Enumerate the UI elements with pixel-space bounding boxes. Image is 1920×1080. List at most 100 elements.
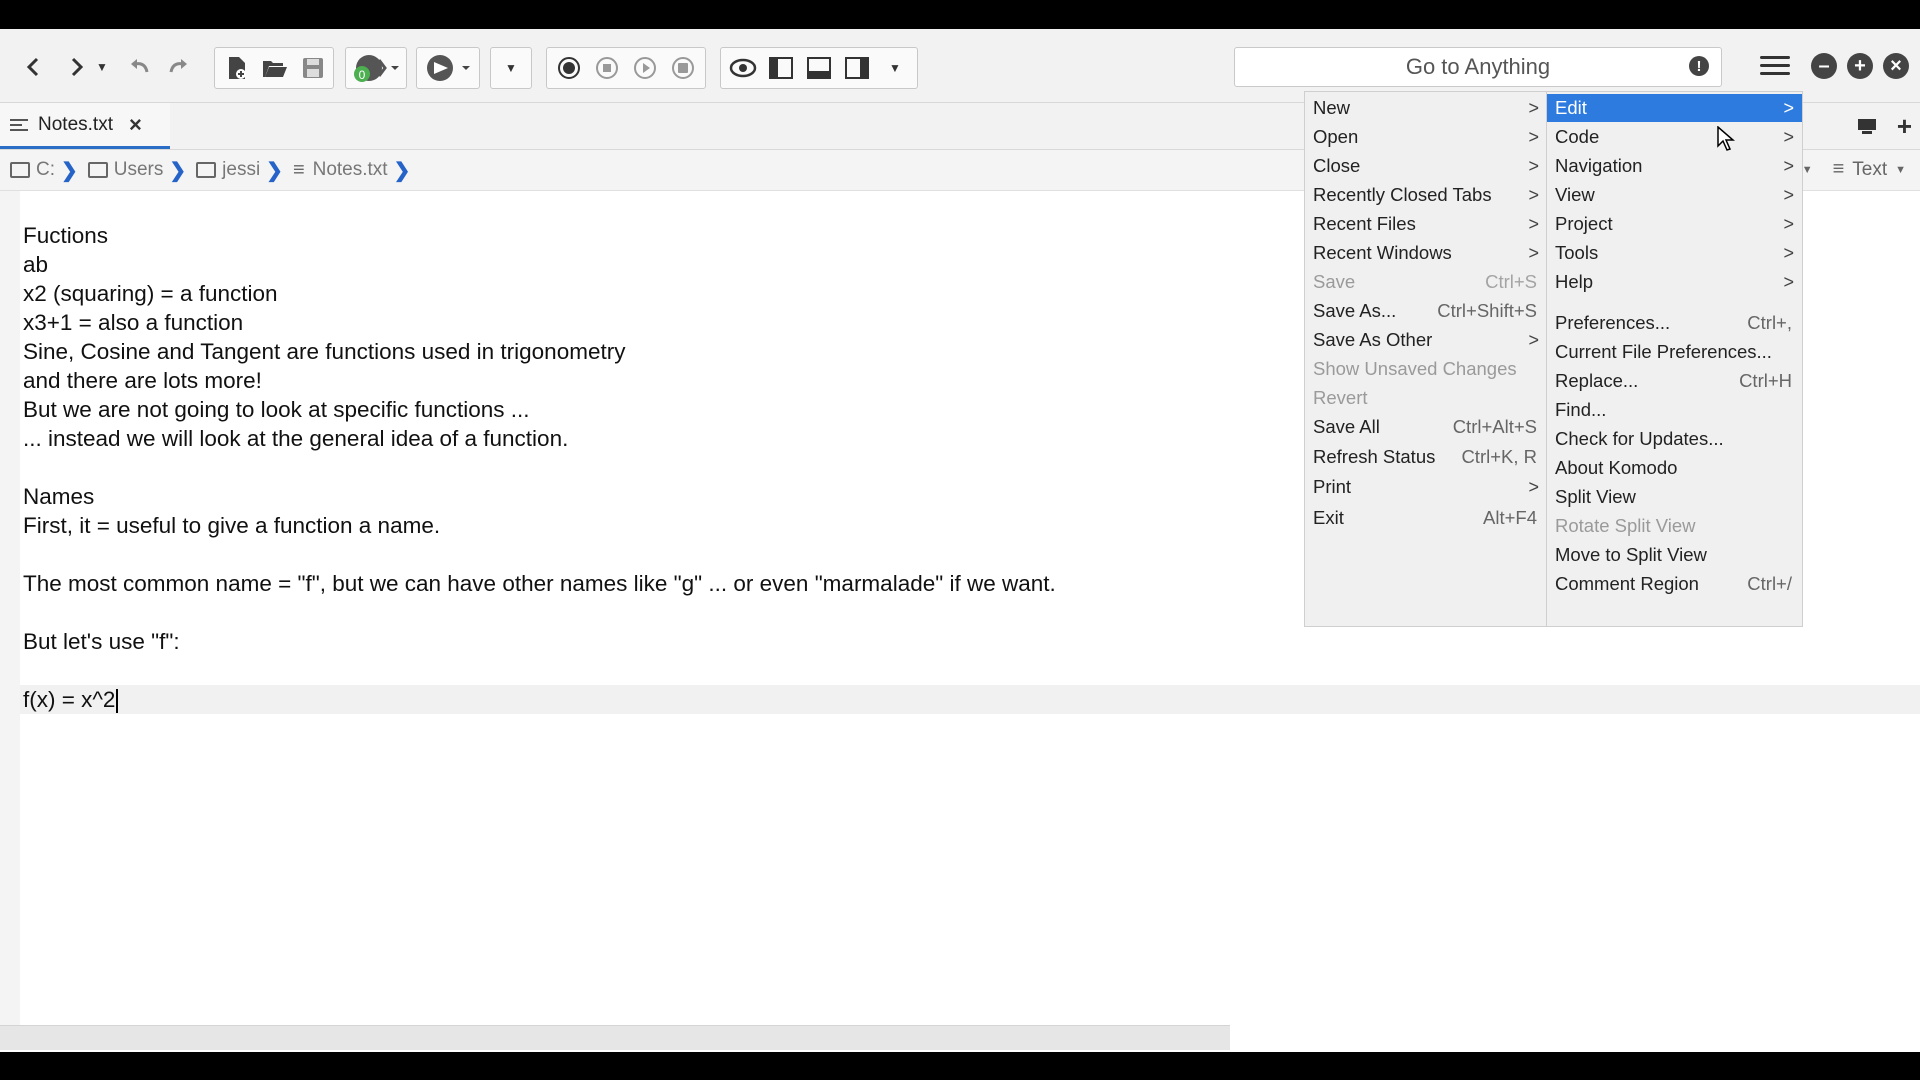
- breadcrumb-item[interactable]: Users ❯: [87, 158, 187, 183]
- main-menu: Edit > Code > Navigation > View > Project > T…: [1546, 91, 1803, 627]
- breadcrumb-label: C:: [36, 159, 55, 180]
- menu-item-save-all[interactable]: Save All Ctrl+Alt+S: [1305, 413, 1547, 441]
- menu-item-current-file-preferences[interactable]: Current File Preferences...: [1547, 338, 1802, 366]
- chevron-right-icon: >: [1783, 127, 1794, 147]
- dropdown-button[interactable]: ▼: [490, 47, 532, 89]
- layout-dropdown-icon[interactable]: ▼: [877, 48, 913, 88]
- browser-preview-button[interactable]: [416, 47, 480, 89]
- tab-notes[interactable]: Notes.txt ×: [0, 103, 170, 149]
- editor-gutter: [0, 191, 20, 1041]
- menu-item-exit[interactable]: Exit Alt+F4: [1305, 504, 1547, 532]
- chevron-right-icon: >: [1528, 214, 1539, 234]
- menu-item-save-as[interactable]: Save As... Ctrl+Shift+S: [1305, 297, 1547, 325]
- menu-item-comment-region[interactable]: Comment Region Ctrl+/: [1547, 570, 1802, 598]
- chevron-right-icon: >: [1528, 98, 1539, 118]
- chevron-right-icon: ❯: [169, 159, 187, 182]
- menu-item-rotate-split-view[interactable]: Rotate Split View: [1547, 512, 1802, 540]
- horizontal-scrollbar[interactable]: [0, 1025, 1230, 1050]
- save-macro-icon[interactable]: [665, 48, 701, 88]
- tab-list-icon[interactable]: [1856, 117, 1878, 140]
- chevron-right-icon: >: [1783, 98, 1794, 118]
- focus-mode-icon[interactable]: [725, 48, 761, 88]
- menu-item-about-komodo[interactable]: About Komodo: [1547, 454, 1802, 482]
- menu-item-new[interactable]: New >: [1305, 94, 1547, 122]
- undo-icon[interactable]: [122, 47, 158, 87]
- forward-icon[interactable]: [56, 47, 96, 87]
- save-icon[interactable]: [295, 48, 331, 88]
- menu-item-open[interactable]: Open >: [1305, 123, 1547, 151]
- breadcrumb-item[interactable]: C: ❯: [10, 158, 78, 183]
- breadcrumb-label: Notes.txt: [312, 159, 388, 180]
- menu-item-help[interactable]: Help >: [1547, 268, 1802, 296]
- chevron-down-icon: ▼: [1895, 163, 1906, 176]
- menu-item-show-unsaved-changes[interactable]: Show Unsaved Changes: [1305, 355, 1547, 383]
- play-macro-icon[interactable]: [627, 48, 663, 88]
- menu-item-view[interactable]: View >: [1547, 181, 1802, 209]
- editor-line: x3+1 = also a function: [23, 310, 244, 335]
- menu-item-recently-closed-tabs[interactable]: Recently Closed Tabs >: [1305, 181, 1547, 209]
- record-macro-icon[interactable]: [551, 48, 587, 88]
- history-dropdown-icon[interactable]: ▼: [92, 47, 112, 87]
- warning-icon[interactable]: !: [1689, 56, 1709, 76]
- editor-line: Fuctions: [23, 223, 109, 248]
- new-file-icon[interactable]: [219, 48, 255, 88]
- editor-line-text: f(x) = x^2: [23, 687, 116, 712]
- language-selector[interactable]: ▼ ≡ Text ▼: [1802, 158, 1906, 181]
- file-toolbar-group: [214, 47, 334, 89]
- open-file-icon[interactable]: [257, 48, 293, 88]
- chevron-right-icon: >: [1528, 156, 1539, 176]
- breadcrumb-label: Users: [113, 159, 164, 180]
- search-placeholder: Go to Anything: [1405, 54, 1551, 79]
- minimize-icon[interactable]: –: [1811, 53, 1837, 79]
- back-icon[interactable]: [14, 47, 54, 87]
- chevron-right-icon: ❯: [61, 159, 78, 182]
- hamburger-menu-icon[interactable]: [1760, 56, 1790, 76]
- redo-icon[interactable]: [160, 47, 196, 87]
- right-pane-icon[interactable]: [839, 48, 875, 88]
- menu-item-replace[interactable]: Replace... Ctrl+H: [1547, 367, 1802, 395]
- menu-item-print[interactable]: Print >: [1305, 473, 1547, 501]
- go-to-anything-search[interactable]: Go to Anything !: [1234, 47, 1722, 87]
- text-file-icon: ≡: [1832, 158, 1845, 180]
- current-line-highlight: [20, 685, 1920, 714]
- dropdown-icon: ▼: [505, 61, 517, 75]
- chevron-down-icon: ▼: [1801, 163, 1813, 176]
- menu-item-code[interactable]: Code >: [1547, 123, 1802, 151]
- maximize-icon[interactable]: +: [1847, 53, 1873, 79]
- jump-button[interactable]: 0: [345, 47, 407, 89]
- menu-item-move-to-split-view[interactable]: Move to Split View: [1547, 541, 1802, 569]
- menu-item-save[interactable]: Save Ctrl+S: [1305, 268, 1547, 296]
- jump-icon: 0: [348, 48, 404, 88]
- macro-toolbar-group: [546, 47, 706, 89]
- menu-item-check-for-updates[interactable]: Check for Updates...: [1547, 425, 1802, 453]
- editor-line: The most common name = "f", but we can h…: [23, 571, 1056, 596]
- menu-item-recent-windows[interactable]: Recent Windows >: [1305, 239, 1547, 267]
- menu-item-revert[interactable]: Revert: [1305, 384, 1547, 412]
- menu-item-preferences[interactable]: Preferences... Ctrl+,: [1547, 309, 1802, 337]
- menu-item-edit[interactable]: Edit >: [1547, 94, 1802, 122]
- text-file-icon: ≡: [292, 158, 305, 181]
- chevron-right-icon: >: [1528, 477, 1539, 497]
- chevron-right-icon: ❯: [266, 159, 283, 182]
- new-tab-icon[interactable]: +: [1897, 111, 1912, 142]
- breadcrumb-item[interactable]: jessi ❯: [196, 158, 283, 183]
- chevron-right-icon: >: [1528, 185, 1539, 205]
- chevron-right-icon: >: [1528, 127, 1539, 147]
- breadcrumb-item[interactable]: ≡ Notes.txt ❯: [293, 158, 410, 183]
- menu-item-tools[interactable]: Tools >: [1547, 239, 1802, 267]
- left-pane-icon[interactable]: [763, 48, 799, 88]
- menu-item-navigation[interactable]: Navigation >: [1547, 152, 1802, 180]
- breadcrumb-label: jessi: [222, 159, 261, 180]
- menu-item-refresh-status[interactable]: Refresh Status Ctrl+K, R: [1305, 443, 1547, 471]
- bottom-pane-icon[interactable]: [801, 48, 837, 88]
- menu-item-save-as-other[interactable]: Save As Other >: [1305, 326, 1547, 354]
- language-label: Text: [1852, 158, 1888, 180]
- menu-item-close[interactable]: Close >: [1305, 152, 1547, 180]
- close-window-icon[interactable]: ×: [1883, 53, 1909, 79]
- menu-item-project[interactable]: Project >: [1547, 210, 1802, 238]
- close-tab-icon[interactable]: ×: [129, 112, 142, 138]
- stop-macro-icon[interactable]: [589, 48, 625, 88]
- menu-item-find[interactable]: Find...: [1547, 396, 1802, 424]
- menu-item-split-view[interactable]: Split View: [1547, 483, 1802, 511]
- menu-item-recent-files[interactable]: Recent Files >: [1305, 210, 1547, 238]
